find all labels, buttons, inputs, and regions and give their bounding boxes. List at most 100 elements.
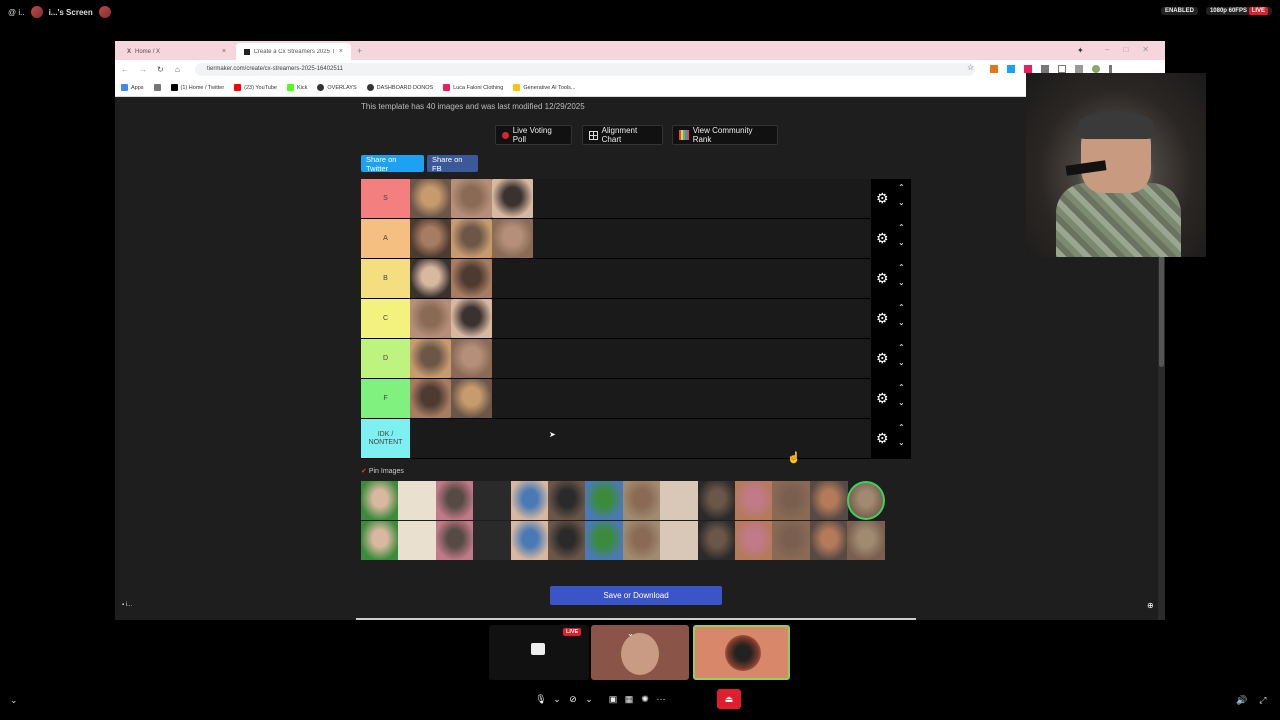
menu-icon[interactable] (1109, 65, 1112, 73)
tier-image[interactable] (451, 179, 492, 218)
chevron-down-icon[interactable]: ⌄ (627, 629, 634, 638)
chevron-down-icon[interactable]: ⌄ (898, 398, 905, 407)
chevron-up-icon[interactable]: ⌃ (898, 183, 905, 192)
pool-image[interactable] (548, 481, 586, 520)
reload-icon[interactable]: ↻ (157, 65, 164, 74)
share-fb-button[interactable]: Share on FB (427, 155, 478, 173)
bookmark-genai[interactable]: Generative AI Tools... (513, 84, 576, 91)
chevron-up-icon[interactable]: ⌃ (898, 223, 905, 232)
close-icon[interactable]: × (339, 48, 343, 55)
bookmark-kick[interactable]: Kick (286, 84, 307, 91)
mic-icon[interactable]: 🎙 (533, 694, 549, 705)
pool-image[interactable] (660, 481, 699, 520)
tier-label[interactable]: B (361, 259, 410, 298)
pool-image[interactable] (622, 481, 661, 520)
bookmark-apps[interactable]: Apps (121, 84, 144, 91)
save-download-button[interactable]: Save or Download (550, 586, 722, 605)
pin-images-label[interactable]: ✔ Pin Images (361, 467, 404, 475)
pool-image[interactable] (435, 481, 474, 520)
tier-content[interactable] (410, 379, 871, 418)
bookmark-overlays[interactable]: OVERLAYS (317, 84, 357, 91)
camera-off-icon[interactable]: ⊘ (565, 694, 581, 705)
pool-image[interactable] (772, 481, 811, 520)
tier-content[interactable] (410, 219, 871, 258)
bookmark-grid[interactable] (153, 84, 161, 91)
pool-image[interactable] (473, 521, 512, 560)
bookmark-luca[interactable]: Luca Faloni Clothing (443, 84, 503, 91)
leave-call-button[interactable]: ⏏ (717, 689, 741, 709)
pool-image[interactable] (847, 521, 886, 560)
live-voting-button[interactable]: Live Voting Poll (495, 125, 572, 145)
pool-image[interactable] (809, 521, 848, 560)
pool-image[interactable] (735, 521, 773, 560)
tier-image[interactable] (451, 379, 492, 418)
new-tab-button[interactable]: + (357, 46, 362, 56)
tier-image[interactable] (410, 219, 451, 258)
pool-image[interactable] (585, 481, 624, 520)
pool-image[interactable] (585, 521, 624, 560)
pool-image[interactable] (398, 521, 437, 560)
tier-image[interactable] (410, 339, 451, 378)
tier-content[interactable] (410, 179, 871, 218)
chevron-down-icon[interactable]: ⌄ (898, 358, 905, 367)
metamask-icon[interactable] (990, 65, 998, 73)
tier-label[interactable]: IDK / NONTENT (361, 419, 410, 458)
url-input[interactable]: tiermaker.com/create/cx-streamers-2025-1… (195, 63, 975, 76)
gear-icon[interactable]: ⚙ (876, 351, 889, 365)
tier-content[interactable] (410, 299, 871, 338)
profile-icon[interactable] (1092, 65, 1100, 73)
extensions-icon[interactable]: ✦ (1077, 46, 1084, 55)
tier-image[interactable] (451, 339, 492, 378)
pool-image[interactable] (697, 481, 736, 520)
effects-icon[interactable]: ✺ (637, 694, 653, 705)
extension-icon[interactable] (1007, 65, 1015, 73)
pool-image[interactable] (772, 521, 811, 560)
pool-image[interactable] (361, 521, 399, 560)
bookmark-dashboard[interactable]: DASHBOARD DONOS (366, 84, 433, 91)
chevron-down-icon[interactable]: ⌄ (898, 238, 905, 247)
chevron-up-icon[interactable]: ⌃ (898, 263, 905, 272)
tier-image[interactable] (451, 299, 492, 338)
gear-icon[interactable]: ⚙ (876, 271, 889, 285)
chevron-up-icon[interactable]: ⌃ (898, 303, 905, 312)
gear-icon[interactable]: ⚙ (876, 191, 889, 205)
bookmark-youtube[interactable]: (23) YouTube (234, 84, 277, 91)
gear-icon[interactable]: ⚙ (876, 431, 889, 445)
chevron-down-icon[interactable]: ⌄ (581, 694, 597, 705)
tier-image[interactable] (451, 259, 492, 298)
stage-tile-participant[interactable]: ⌄ (591, 625, 689, 680)
chevron-down-icon[interactable]: ⌄ (549, 694, 565, 705)
window-controls[interactable]: –□✕ (1105, 45, 1163, 54)
tier-content[interactable] (410, 339, 871, 378)
pool-image[interactable] (473, 481, 512, 520)
tier-label[interactable]: S (361, 179, 410, 218)
back-icon[interactable]: ← (121, 65, 129, 74)
pool-image[interactable] (697, 521, 736, 560)
home-icon[interactable]: ⌂ (175, 65, 180, 74)
tier-image[interactable] (410, 259, 451, 298)
pool-image[interactable] (510, 521, 549, 560)
tier-label[interactable]: F (361, 379, 410, 418)
tab-tiermaker[interactable]: Create a Cx Streamers 2025 Ti... × (236, 43, 351, 60)
tier-content[interactable] (410, 419, 871, 458)
chevron-up-icon[interactable]: ⌃ (898, 423, 905, 432)
pool-image[interactable] (660, 521, 699, 560)
tier-image[interactable] (492, 179, 533, 218)
forward-icon[interactable]: → (139, 65, 147, 74)
star-icon[interactable]: ☆ (967, 63, 974, 72)
pool-image[interactable] (398, 481, 437, 520)
volume-icon[interactable]: 🔊 (1236, 695, 1247, 706)
gear-icon[interactable]: ⚙ (876, 391, 889, 405)
share-twitter-button[interactable]: Share on Twitter (361, 155, 424, 173)
tier-label[interactable]: C (361, 299, 410, 338)
sidebar-icon[interactable] (1058, 65, 1066, 73)
chevron-down-icon[interactable]: ⌄ (898, 278, 905, 287)
pool-image[interactable] (735, 481, 773, 520)
screen-share-chip[interactable]: ▪ i... (122, 602, 132, 608)
chevron-down-icon[interactable]: ⌄ (898, 318, 905, 327)
pool-image[interactable] (847, 481, 886, 520)
grid-icon[interactable]: ▦ (621, 694, 637, 705)
pool-image[interactable] (809, 481, 848, 520)
tab-home-x[interactable]: X Home / X × (119, 43, 234, 60)
extension-icon[interactable] (1024, 65, 1032, 73)
